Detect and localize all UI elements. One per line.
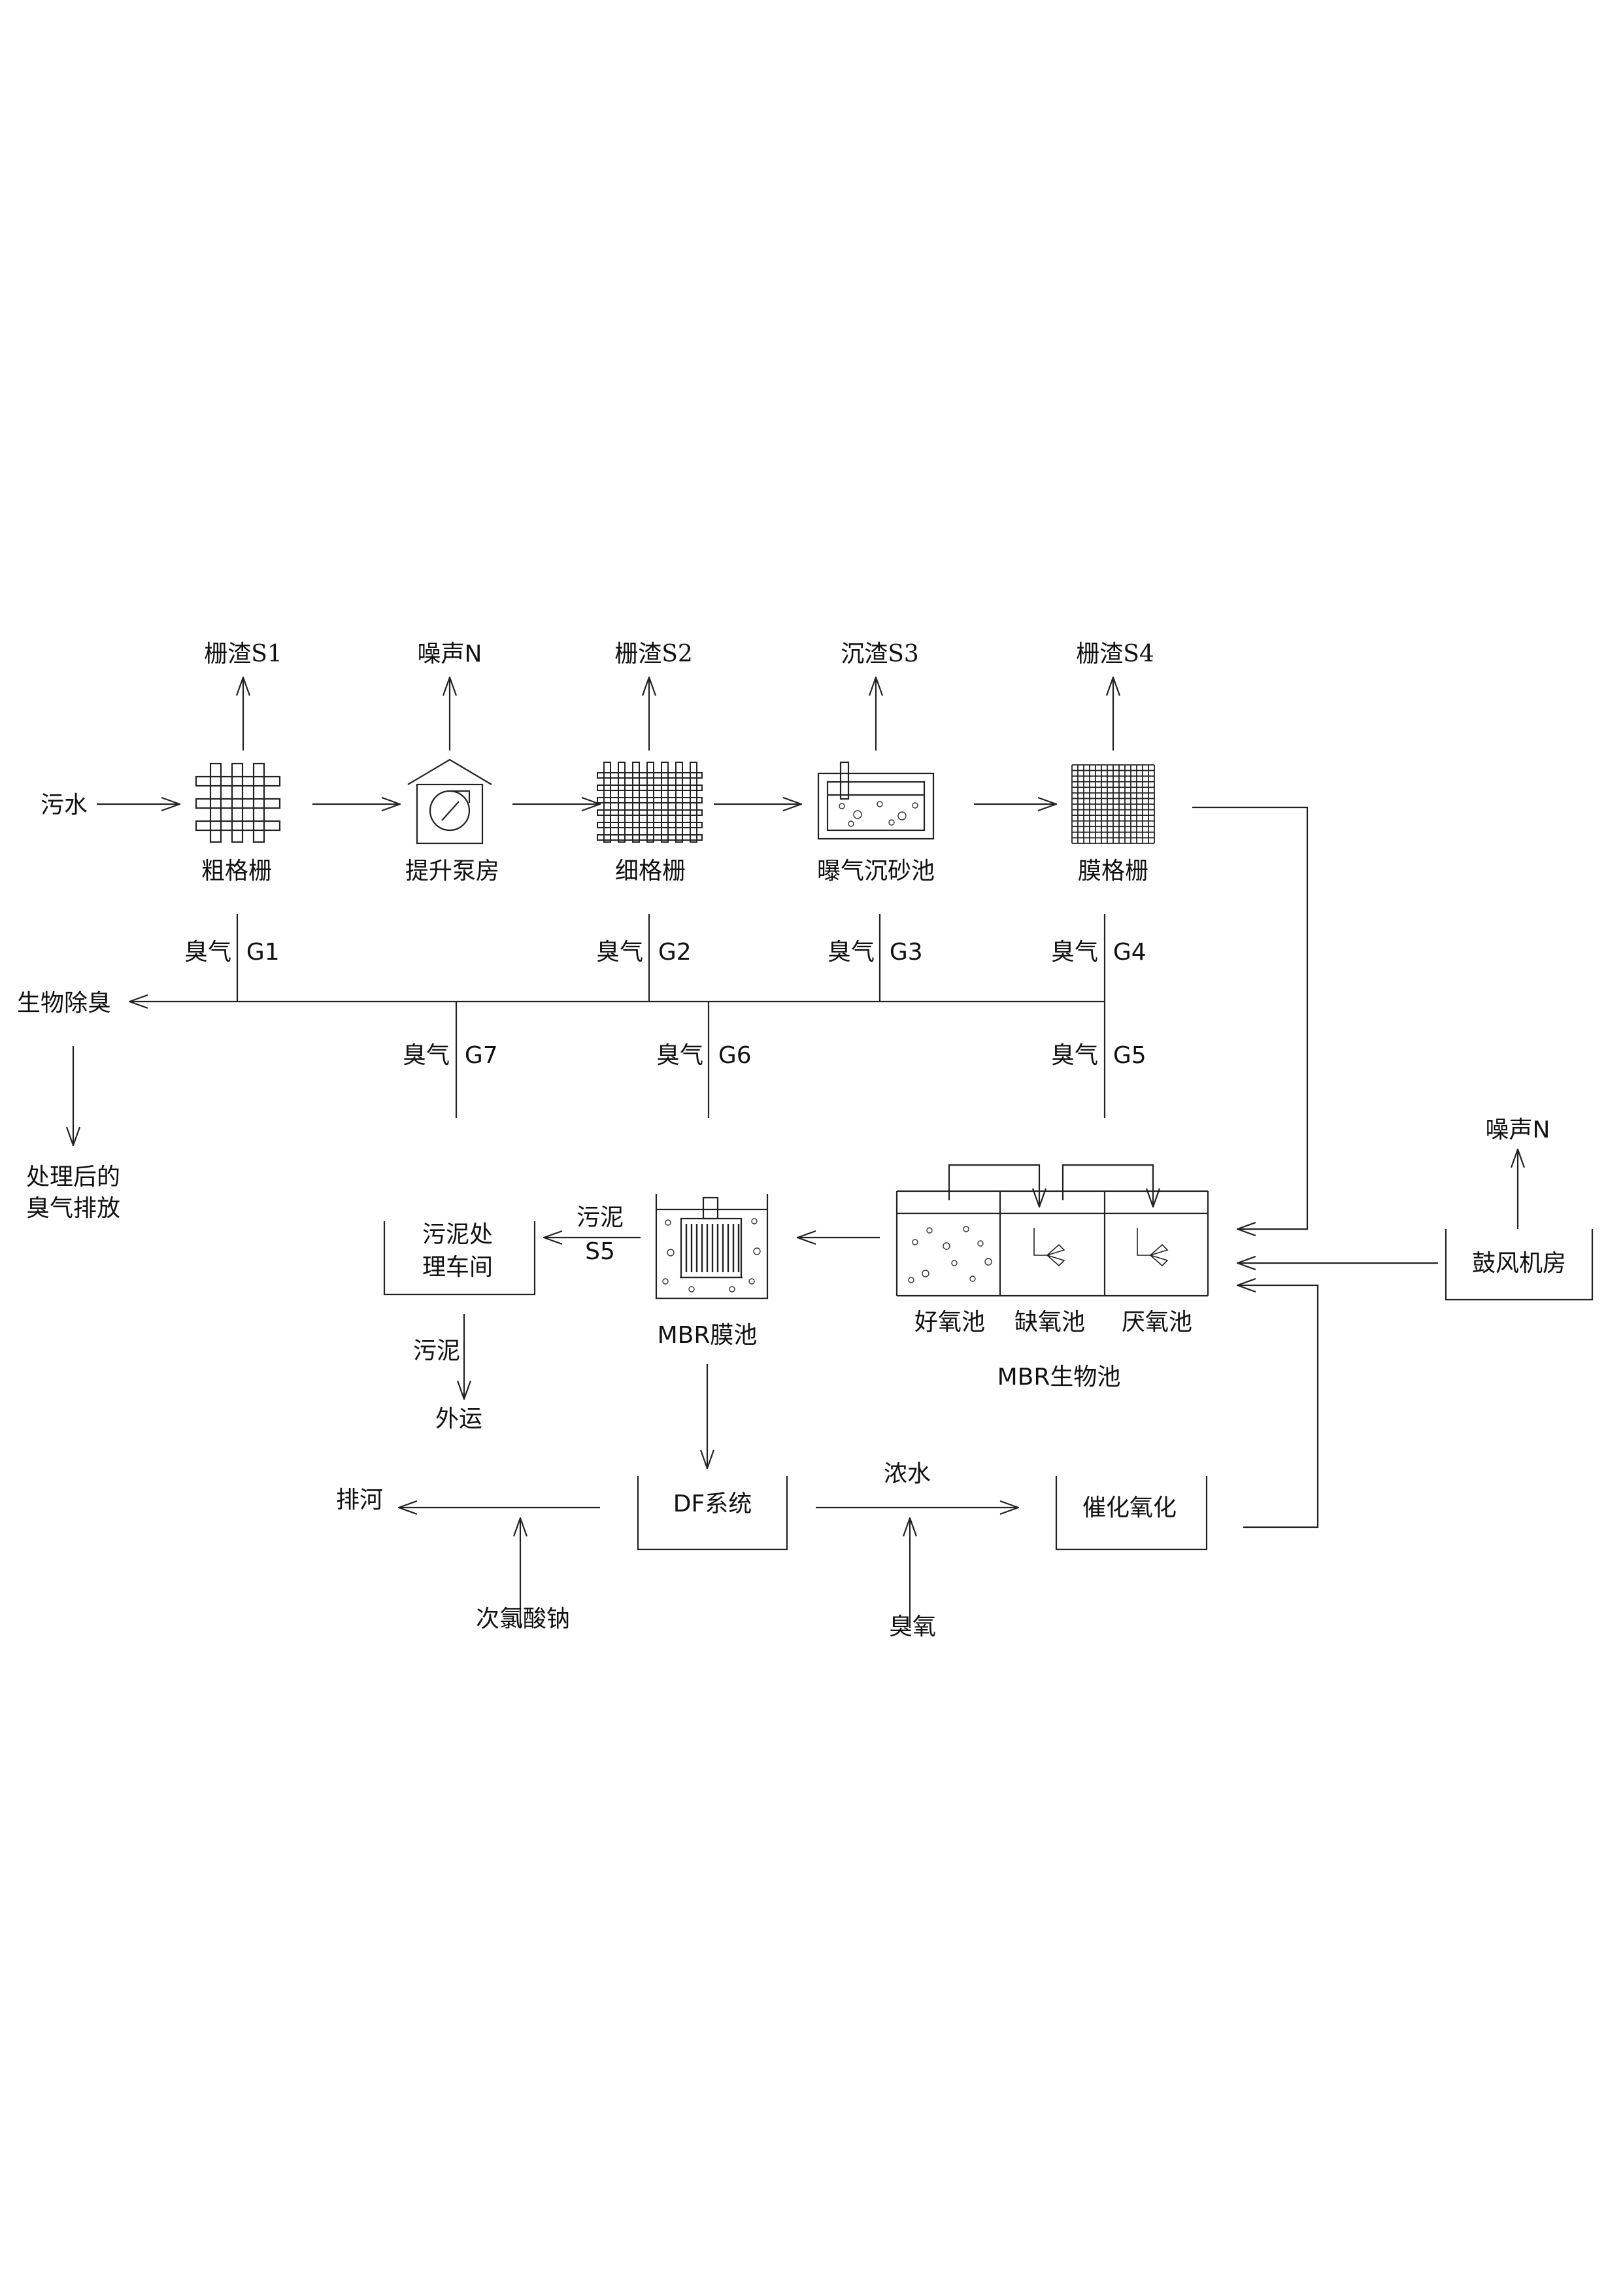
membrane-screen-icon	[1071, 764, 1155, 844]
mbr-bio-tank	[895, 1190, 1209, 1297]
label-sludge-s5-1: 污泥	[577, 1204, 624, 1231]
label-mbr-bio-tank: MBR生物池	[997, 1364, 1121, 1391]
label-lift-pump: 提升泵房	[405, 858, 499, 885]
recycle-aerobic-to-anoxic	[948, 1164, 1039, 1207]
label-coarse-screen: 粗格栅	[201, 858, 272, 885]
recycle-anoxic-to-anaerobic	[1062, 1164, 1153, 1207]
label-transport: 外运	[435, 1406, 482, 1432]
label-odor-g2: 臭气 G2	[596, 939, 692, 966]
aeration-bubbles	[908, 1226, 992, 1283]
label-membrane-screen: 膜格栅	[1078, 858, 1148, 885]
label-grit-s3: 沉渣S3	[841, 641, 919, 667]
label-concentrate: 浓水	[884, 1460, 931, 1487]
label-aerobic: 好氧池	[914, 1309, 985, 1336]
label-noise-blower: 噪声N	[1486, 1117, 1550, 1143]
label-df-system: DF系统	[673, 1491, 752, 1517]
anaerobic-mixer-icon	[1137, 1228, 1169, 1267]
label-odor-g7: 臭气 G7	[403, 1042, 498, 1069]
anoxic-mixer-icon	[1033, 1228, 1065, 1267]
coarse-screen-icon	[195, 762, 281, 843]
label-odor-g1: 臭气 G1	[184, 939, 280, 966]
label-bio-deodorization: 生物除臭	[17, 990, 111, 1017]
label-fine-screen: 细格栅	[615, 858, 686, 885]
label-screenings-s1: 栅渣S1	[204, 641, 282, 667]
label-sludge-room-2: 理车间	[422, 1254, 493, 1281]
label-grit-chamber: 曝气沉砂池	[817, 858, 935, 885]
flow-oxidation-return-to-mbr	[1237, 1285, 1319, 1528]
label-blower-room: 鼓风机房	[1472, 1250, 1566, 1277]
label-sludge: 污泥	[413, 1338, 460, 1364]
label-discharge-river: 排河	[336, 1487, 383, 1513]
label-sludge-room-1: 污泥处	[422, 1221, 493, 1248]
label-mbr-membrane-tank: MBR膜池	[658, 1322, 758, 1349]
label-screenings-s4: 栅渣S4	[1076, 641, 1154, 667]
label-odor-g4: 臭气 G4	[1051, 939, 1146, 966]
label-odor-g3: 臭气 G3	[828, 939, 923, 966]
process-flow-diagram: 栅渣S1 噪声N 栅渣S2 沉渣S3 栅渣S4 污水 粗格栅 提升泵房 细格栅	[17, 641, 1594, 1640]
label-treated-gas-2: 臭气排放	[26, 1195, 120, 1222]
lift-pump-icon	[407, 758, 492, 845]
label-treated-gas-1: 处理后的	[26, 1164, 120, 1190]
label-odor-g5: 臭气 G5	[1051, 1042, 1146, 1069]
label-screenings-s2: 栅渣S2	[614, 641, 693, 667]
label-odor-g6: 臭气 G6	[656, 1042, 752, 1069]
label-anaerobic: 厌氧池	[1122, 1309, 1192, 1336]
label-anoxic: 缺氧池	[1014, 1309, 1085, 1336]
flow-membrane-screen-to-mbr	[1192, 806, 1309, 1229]
mbr-membrane-tank-icon	[655, 1194, 769, 1300]
grit-chamber-icon	[817, 761, 935, 840]
label-ozone: 臭氧	[889, 1613, 936, 1640]
label-sewage-input: 污水	[41, 792, 88, 819]
label-noise-pump: 噪声N	[418, 641, 482, 667]
fine-screen-icon	[597, 762, 703, 843]
label-catalytic-oxidation: 催化氧化	[1082, 1494, 1177, 1521]
label-sodium-hypochlorite: 次氯酸钠	[476, 1606, 570, 1632]
label-sludge-s5-2: S5	[585, 1238, 615, 1265]
